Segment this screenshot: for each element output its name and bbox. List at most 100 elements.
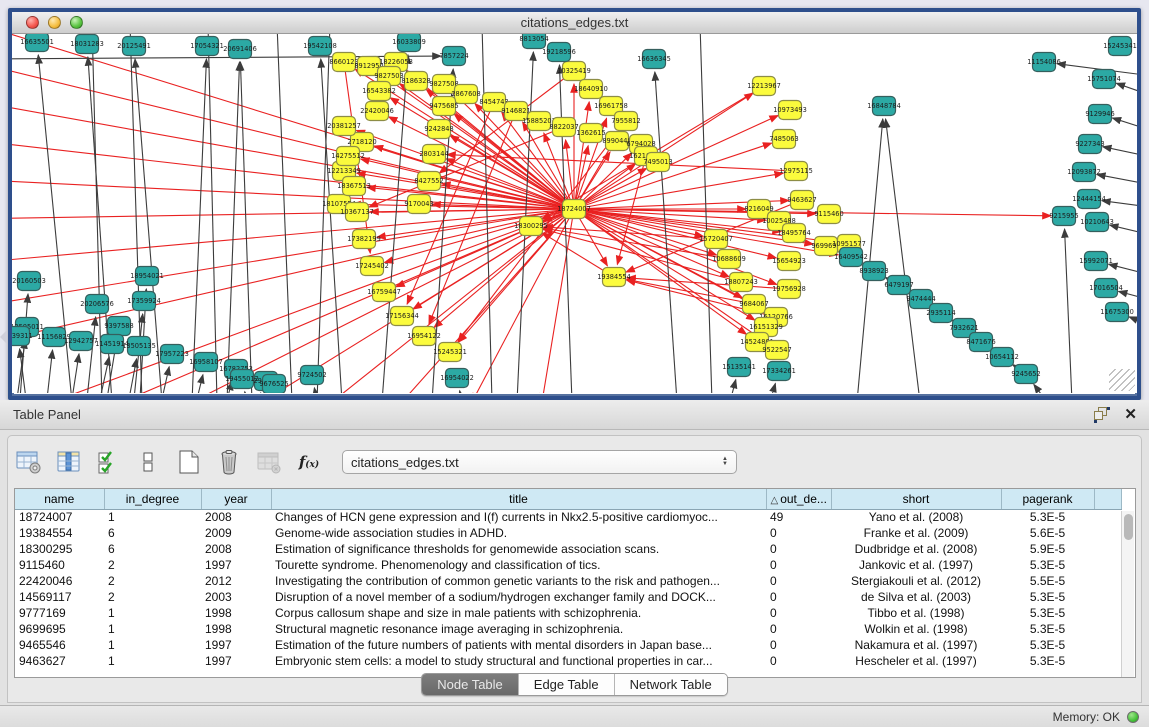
table-row[interactable]: 1456911722003Disruption of a novel membe… — [15, 589, 1121, 605]
delete-rows-icon[interactable] — [214, 447, 244, 477]
citation-edge-black[interactable] — [192, 59, 206, 393]
citation-edge-black[interactable] — [1112, 118, 1137, 129]
graph-node-9242848[interactable]: 9242848 — [424, 120, 453, 139]
graph-node-2803144[interactable]: 2803144 — [419, 145, 448, 164]
citation-edge-black[interactable] — [245, 392, 247, 393]
function-builder-icon[interactable]: f(x) — [294, 447, 324, 477]
graph-node-9170043[interactable]: 9170043 — [404, 195, 433, 214]
table-row[interactable]: 969969511998Structural magnetic resonanc… — [15, 621, 1121, 637]
citation-edge-black[interactable] — [1065, 229, 1072, 393]
network-window-titlebar[interactable]: citations_edges.txt — [12, 12, 1137, 34]
graph-node-18031283[interactable]: 18031283 — [70, 35, 104, 54]
graph-node-16954122[interactable]: 16954122 — [407, 327, 441, 346]
graph-node-18367513[interactable]: 18367513 — [337, 177, 371, 196]
graph-node-16636345[interactable]: 16636345 — [637, 50, 671, 69]
graph-node-18954021[interactable]: 18954021 — [130, 267, 164, 286]
citation-edge-black[interactable] — [482, 34, 492, 393]
citation-edge-black[interactable] — [1097, 174, 1137, 184]
network-window[interactable]: citations_edges.txt 18724007866012389129… — [8, 8, 1141, 400]
graph-node-16954022[interactable]: 16954022 — [440, 369, 474, 388]
float-panel-icon[interactable] — [1094, 407, 1110, 423]
graph-node-9724502[interactable]: 9724502 — [297, 366, 326, 385]
column-header-pagerank[interactable]: pagerank — [1001, 489, 1094, 509]
citation-edge-black[interactable] — [72, 354, 79, 393]
graph-node-18495764[interactable]: 18495764 — [777, 224, 811, 243]
graph-node-17245402[interactable]: 17245402 — [355, 257, 389, 276]
graph-node-15654923[interactable]: 15654923 — [772, 252, 806, 271]
graph-node-9463627[interactable]: 9463627 — [787, 191, 816, 210]
citation-edge-black[interactable] — [197, 375, 203, 393]
graph-node-16958107[interactable]: 16958107 — [189, 353, 223, 372]
graph-node-15135141[interactable]: 15135141 — [722, 358, 756, 377]
graph-node-19756928[interactable]: 19756928 — [772, 280, 806, 299]
citation-edge-black[interactable] — [1102, 201, 1137, 206]
tab-network-table[interactable]: Network Table — [615, 674, 727, 695]
graph-node-17359924[interactable]: 17359924 — [127, 292, 161, 311]
citation-network-graph[interactable]: 1872400786601238912954182260589827503818… — [12, 34, 1137, 393]
graph-node-9245652[interactable]: 9245652 — [1011, 365, 1040, 384]
graph-node-15245341[interactable]: 15245341 — [1103, 37, 1137, 56]
close-panel-icon[interactable]: ✕ — [1124, 407, 1137, 422]
graph-node-8938923[interactable]: 8938923 — [859, 262, 888, 281]
citation-edge-black[interactable] — [162, 367, 169, 393]
citation-edge-black[interactable] — [1116, 83, 1137, 94]
graph-node-15751074[interactable]: 15751074 — [1087, 70, 1121, 89]
show-column-icon[interactable] — [54, 447, 84, 477]
column-header-title[interactable]: title — [271, 489, 766, 509]
graph-node-1362615[interactable]: 1362615 — [576, 124, 605, 143]
graph-node-16635501[interactable]: 16635501 — [20, 34, 54, 52]
column-header-year[interactable]: year — [201, 489, 271, 509]
network-canvas[interactable]: 1872400786601238912954182260589827503818… — [12, 34, 1137, 393]
unselect-all-icon[interactable] — [134, 447, 164, 477]
tab-edge-table[interactable]: Edge Table — [519, 674, 615, 695]
table-row[interactable]: 911546021997Tourette syndrome. Phenomeno… — [15, 557, 1121, 573]
graph-node-22420046[interactable]: 22420046 — [360, 102, 394, 121]
graph-node-16033809[interactable]: 16033809 — [392, 34, 426, 52]
table-selector-dropdown[interactable]: citations_edges.txt ▲▼ — [342, 450, 737, 474]
graph-node-12975115[interactable]: 12975115 — [779, 162, 813, 181]
graph-node-18807243[interactable]: 18807243 — [724, 273, 758, 292]
citation-edge-black[interactable] — [227, 62, 240, 393]
graph-node-8427552[interactable]: 8427552 — [414, 172, 443, 191]
graph-node-8822037[interactable]: 8822037 — [549, 118, 578, 137]
citation-edge-red[interactable] — [574, 143, 772, 209]
graph-node-12213967[interactable]: 12213967 — [747, 77, 781, 96]
citation-edge-black[interactable] — [1034, 384, 1047, 393]
column-header-in_degree[interactable]: in_degree — [104, 489, 201, 509]
table-scrollbar[interactable] — [1121, 511, 1134, 677]
graph-node-11675300[interactable]: 11675300 — [1100, 303, 1134, 322]
graph-node-20381257[interactable]: 20381257 — [327, 117, 361, 136]
graph-node-10688609[interactable]: 10688609 — [712, 250, 746, 269]
graph-node-20125491[interactable]: 20125491 — [117, 37, 151, 56]
scrollbar-thumb[interactable] — [1124, 514, 1133, 540]
hub-node-18724007[interactable]: 18724007 — [557, 200, 591, 219]
table-row[interactable]: 2242004622012Investigating the contribut… — [15, 573, 1121, 589]
graph-node-19542108[interactable]: 19542108 — [303, 37, 337, 56]
graph-node-17156344[interactable]: 17156344 — [385, 307, 419, 326]
citation-edge-black[interactable] — [240, 62, 252, 393]
citation-edge-red[interactable] — [434, 209, 574, 328]
table-row[interactable]: 1830029562008Estimation of significance … — [15, 541, 1121, 557]
graph-node-20160503[interactable]: 20160503 — [12, 272, 46, 291]
graph-node-6479197[interactable]: 6479197 — [884, 276, 913, 295]
citation-edge-red[interactable] — [574, 209, 776, 258]
graph-node-17334261[interactable]: 17334261 — [762, 362, 796, 381]
citation-edge-black[interactable] — [886, 119, 920, 393]
graph-node-16848784[interactable]: 16848784 — [867, 97, 901, 116]
graph-node-9227343[interactable]: 9227343 — [1075, 135, 1104, 154]
graph-node-10210643[interactable]: 10210643 — [1080, 213, 1114, 232]
graph-node-10367137[interactable]: 10367137 — [340, 203, 374, 222]
graph-node-19218596[interactable]: 19218596 — [542, 43, 576, 62]
column-header-name[interactable]: name — [15, 489, 104, 509]
graph-node-17016504[interactable]: 17016504 — [1089, 279, 1123, 298]
splitpane-collapse-arrow-icon[interactable] — [0, 330, 7, 344]
graph-node-10654112[interactable]: 10654112 — [985, 348, 1019, 367]
graph-node-18300295[interactable]: 18300295 — [514, 217, 548, 236]
graph-node-9215955[interactable]: 9215955 — [1049, 207, 1078, 226]
graph-node-16543382[interactable]: 16543382 — [362, 82, 396, 101]
table-row[interactable]: 1872400712008Changes of HCN gene express… — [15, 509, 1121, 525]
table-row[interactable]: 946554611997Estimation of the future num… — [15, 637, 1121, 653]
canvas-resize-grip-icon[interactable] — [1109, 369, 1135, 391]
select-all-icon[interactable] — [94, 447, 124, 477]
graph-node-9129946[interactable]: 9129946 — [1085, 105, 1114, 124]
